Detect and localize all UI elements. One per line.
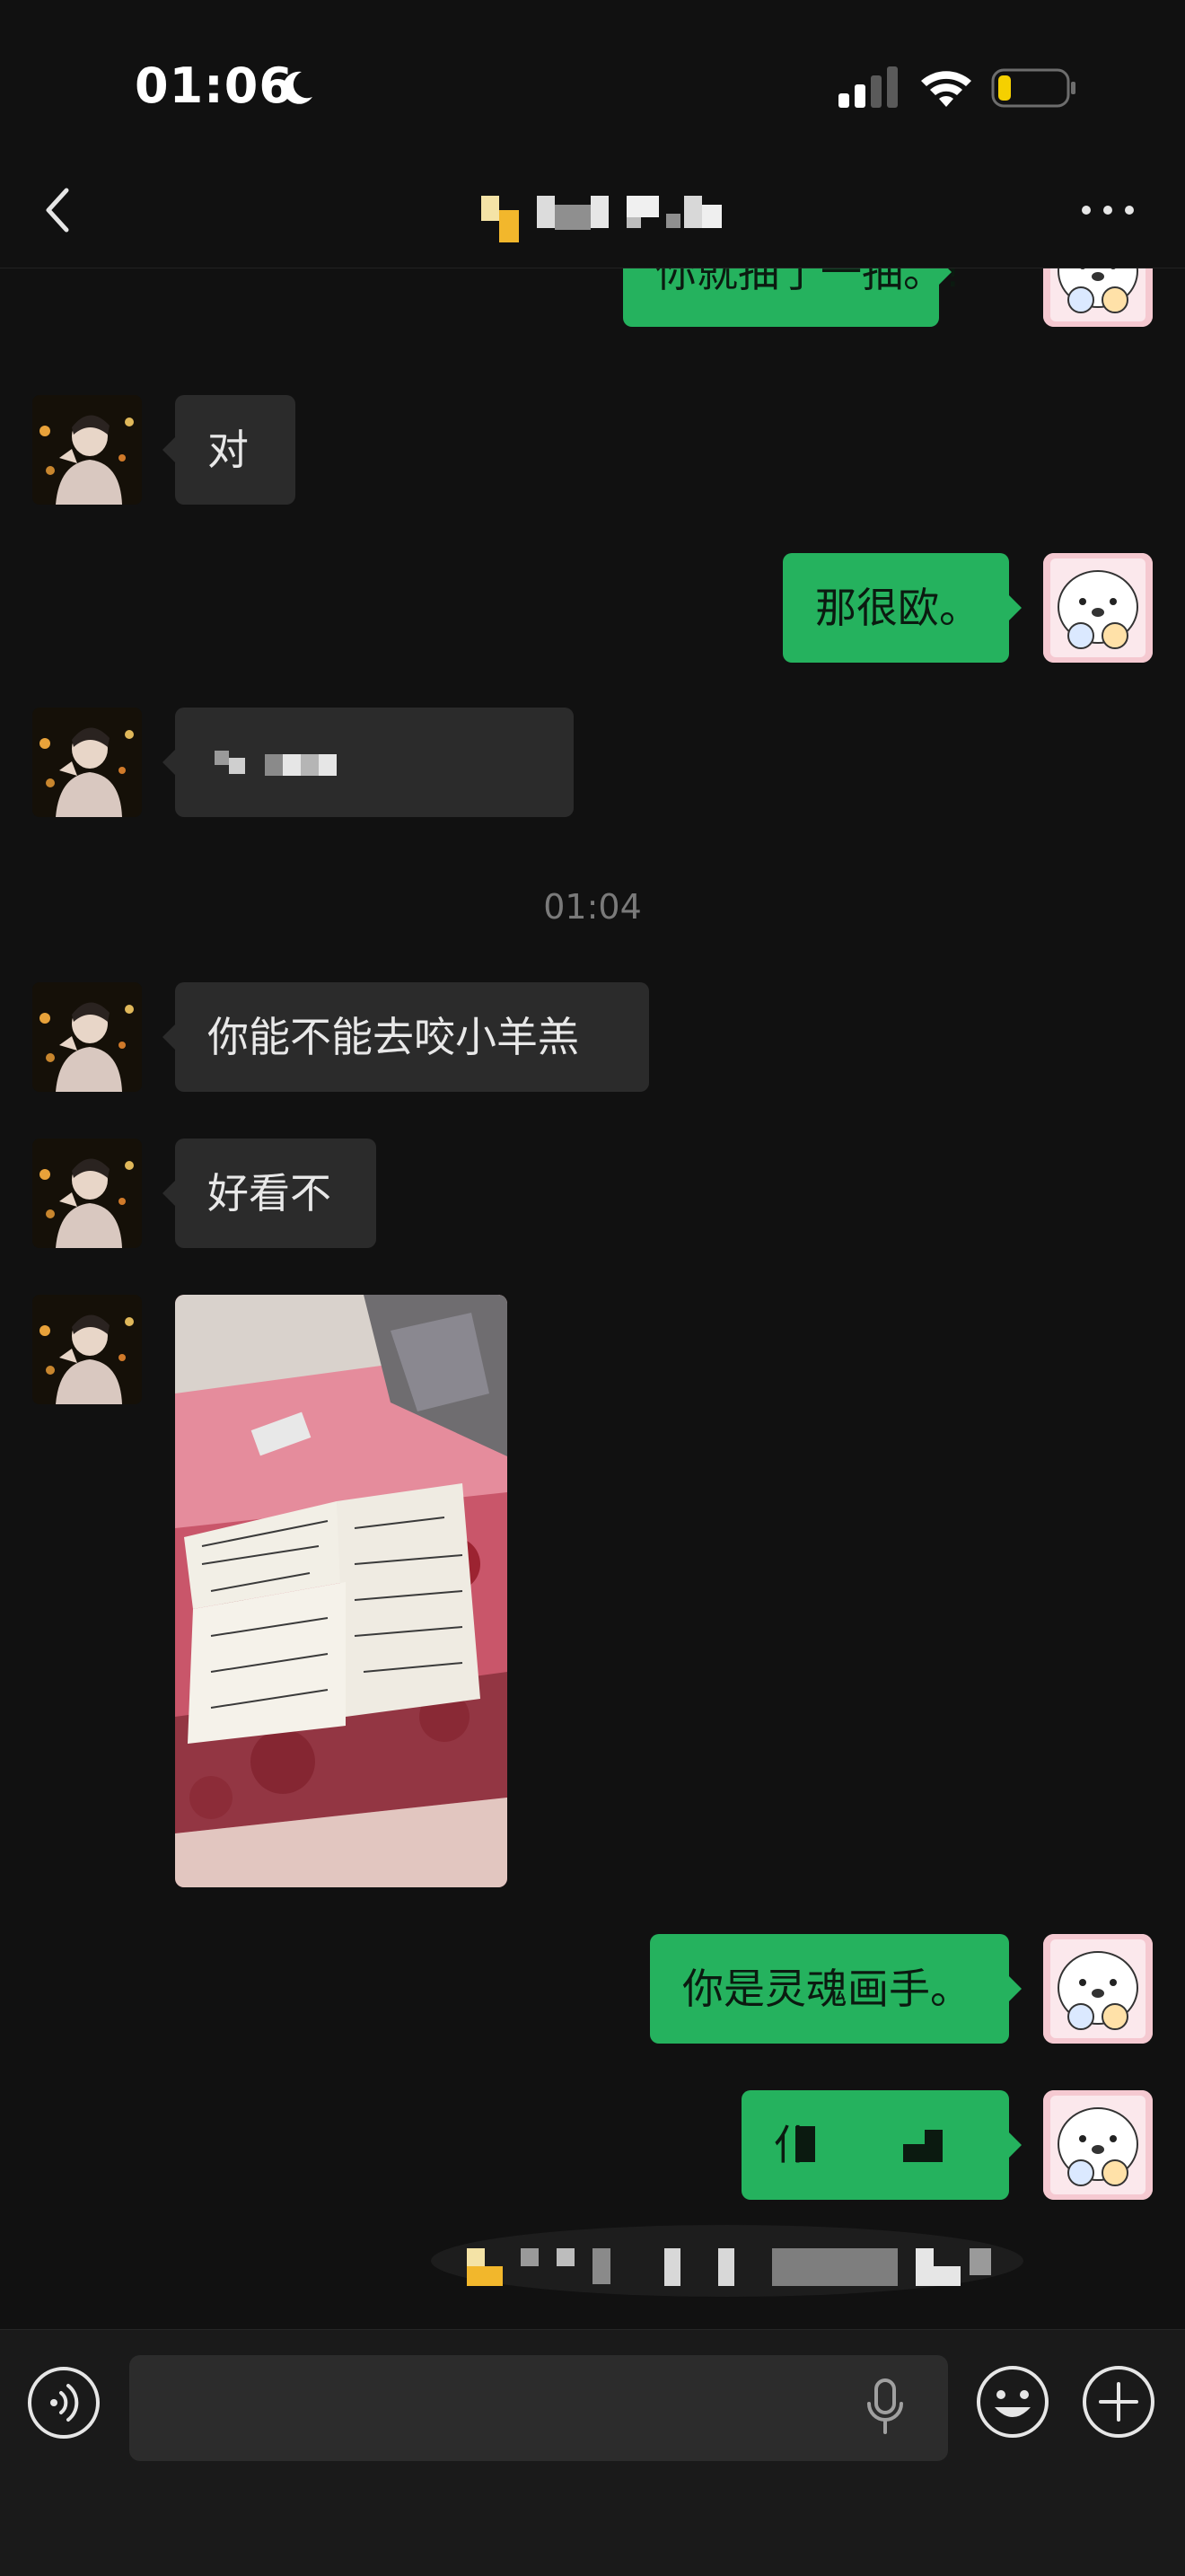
avatar-contact[interactable] <box>32 708 142 817</box>
bear-avatar-image <box>1043 2090 1153 2200</box>
moon-icon <box>283 71 312 104</box>
avatar-contact[interactable] <box>32 1295 142 1404</box>
bear-avatar-image <box>1043 553 1153 663</box>
avatar-self[interactable] <box>1043 1934 1153 2044</box>
status-time: 01:06 <box>135 57 294 114</box>
status-bar: 01:06 <box>0 0 1185 162</box>
message-text: 你能不能去咬小羊羔 <box>207 1013 579 1061</box>
message-bubble-incoming-redacted[interactable] <box>162 708 574 817</box>
contact-avatar-image <box>32 708 142 817</box>
redacted-mosaic <box>481 196 722 242</box>
redacted-mosaic <box>431 2225 1023 2297</box>
avatar-contact[interactable] <box>32 982 142 1092</box>
microphone-icon[interactable] <box>865 2378 905 2436</box>
redacted-mosaic <box>215 751 337 776</box>
avatar-contact[interactable] <box>32 395 142 505</box>
battery-icon <box>991 68 1075 108</box>
timestamp-divider: 01:04 <box>543 887 642 927</box>
message-bubble-outgoing[interactable]: 你就抽了一抽。! <box>623 268 961 327</box>
message-bubble-incoming[interactable]: 好看不 <box>162 1139 376 1248</box>
message-text: 你是灵魂画手。 <box>682 1965 971 2013</box>
message-bubble-incoming[interactable]: 你能不能去咬小羊羔 <box>162 982 649 1092</box>
chat-header <box>0 162 1185 268</box>
contact-avatar-image <box>32 982 142 1092</box>
chat-title-redacted <box>481 192 742 246</box>
avatar-self[interactable] <box>1043 2090 1153 2200</box>
image-message[interactable] <box>175 1295 507 1887</box>
voice-icon[interactable] <box>27 2366 101 2440</box>
avatar-self[interactable] <box>1043 553 1153 663</box>
plus-icon[interactable] <box>1081 2364 1156 2440</box>
emoji-icon[interactable] <box>975 2364 1050 2440</box>
avatar-self[interactable] <box>1043 268 1153 327</box>
contact-avatar-image <box>32 1139 142 1248</box>
message-text: 那很欧。 <box>815 584 980 632</box>
bear-avatar-image <box>1043 268 1153 327</box>
more-dots-icon[interactable] <box>1079 199 1137 221</box>
cellular-signal-icon <box>838 66 898 108</box>
chevron-left-icon[interactable] <box>40 183 75 237</box>
redacted-mosaic <box>795 2126 943 2162</box>
message-list[interactable]: 你就抽了一抽。! 对 那很欧。 01:04 你能不能去咬小羊羔 好看不 你是灵魂… <box>0 268 1185 2329</box>
wifi-icon <box>921 71 971 107</box>
message-bubble-incoming[interactable]: 对 <box>162 395 295 505</box>
contact-avatar-image <box>32 1295 142 1404</box>
composer-bar <box>0 2329 1185 2576</box>
message-bubble-outgoing-redacted[interactable]: 仆 <box>742 2090 1022 2200</box>
avatar-contact[interactable] <box>32 1139 142 1248</box>
message-text: 好看不 <box>207 1169 331 1218</box>
message-input[interactable] <box>129 2355 948 2461</box>
message-text: 你就抽了一抽。! <box>655 268 961 296</box>
message-bubble-outgoing[interactable]: 你是灵魂画手。 <box>650 1934 1022 2044</box>
message-bubble-outgoing[interactable]: 那很欧。 <box>783 553 1022 663</box>
message-text: 对 <box>207 426 249 474</box>
photo-drawing-on-bed <box>175 1295 507 1887</box>
bear-avatar-image <box>1043 1934 1153 2044</box>
contact-avatar-image <box>32 395 142 505</box>
